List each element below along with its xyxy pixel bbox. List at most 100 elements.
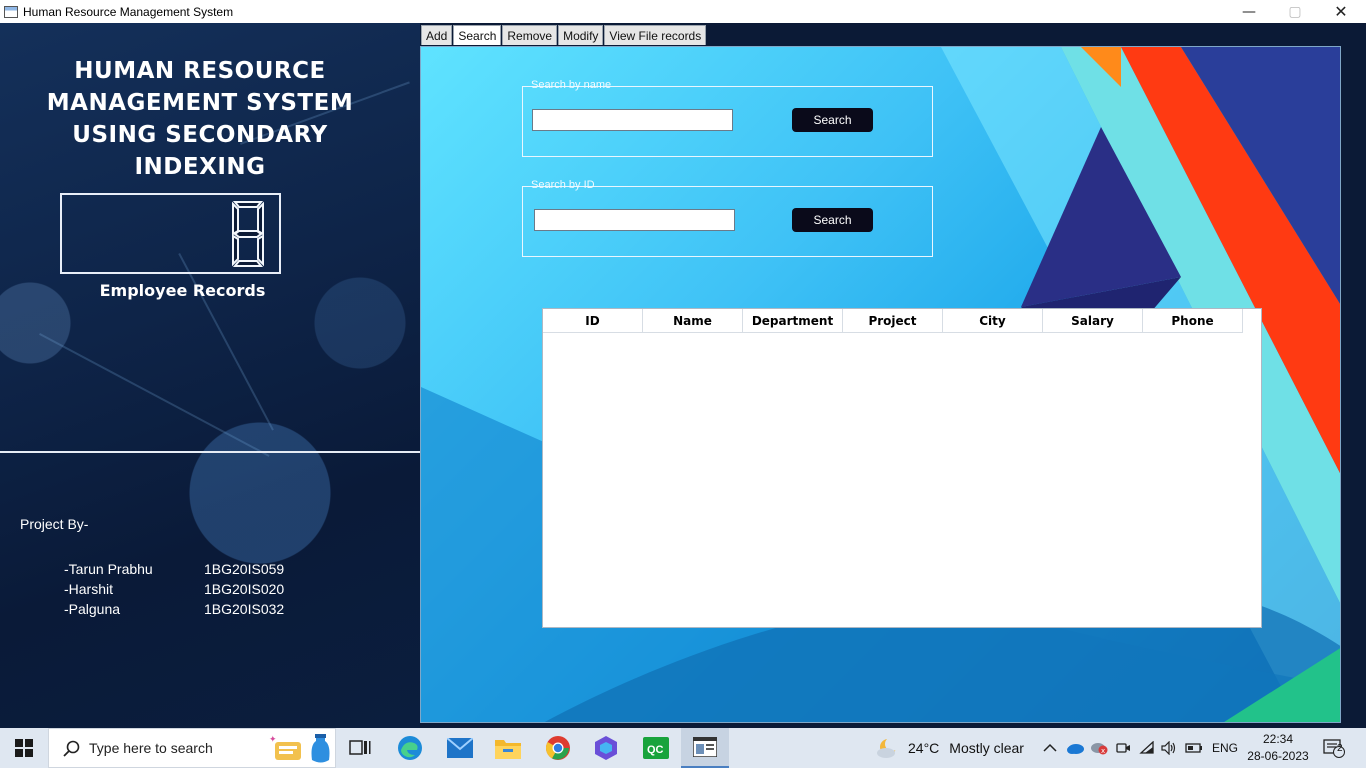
employee-records-label: Employee Records [99,281,266,300]
app-title-line: MANAGEMENT SYSTEM [46,90,354,116]
taskbar-search-placeholder: Type here to search [89,740,213,756]
volume-button[interactable] [1161,728,1177,768]
search-by-name-button[interactable]: Search [792,108,873,132]
search-by-id-legend: Search by ID [531,179,595,191]
edge-button[interactable] [396,734,424,762]
language-indicator: ENG [1212,741,1239,755]
name-search-input[interactable] [532,109,733,131]
member-usn: 1BG20IS020 [204,581,285,597]
notification-count: 2 [1337,743,1343,754]
taskbar: Type here to search ✦ QC 24°C Mostly cle… [0,728,1366,768]
table-header: ID Name Department Project City Salary P… [543,309,1261,333]
weather-widget[interactable]: 24°C Mostly clear [876,728,1024,768]
windows-logo-icon [15,739,33,757]
column-header-name[interactable]: Name [643,309,743,333]
mail-button[interactable] [446,734,474,762]
tab-search[interactable]: Search [453,25,502,45]
svg-text:x: x [1101,747,1105,755]
search-highlight-icon: ✦ [269,734,330,763]
chrome-icon [545,736,570,760]
weather-temperature: 24°C [908,740,940,756]
search-tab-panel: Search by name Search Search by ID Searc… [420,46,1341,723]
column-header-id[interactable]: ID [543,309,643,333]
clock[interactable]: 22:34 28-06-2023 [1245,731,1311,765]
search-by-name-group: Search by name Search [522,79,933,157]
record-count-display [60,193,281,274]
speaker-icon [1161,741,1176,755]
cloud-error-icon: x [1091,743,1108,755]
wifi-icon [1139,741,1154,754]
svg-text:✦: ✦ [269,735,277,745]
onedrive-cloud-icon [1067,744,1084,754]
hrms-app-taskbar-button[interactable] [681,728,729,768]
app-title-line: HUMAN RESOURCE [74,58,326,84]
start-button[interactable] [0,728,48,768]
member-usn: 1BG20IS032 [204,601,285,617]
chrome-button[interactable] [544,734,572,762]
show-hidden-icons-button[interactable] [1043,728,1057,768]
window-title: Human Resource Management System [23,4,234,19]
background-network-line [178,253,274,431]
copilot-icon [595,736,617,760]
clock-time: 22:34 [1262,732,1294,746]
maximize-button[interactable]: ▢ [1272,0,1318,23]
sidebar-divider [0,451,420,453]
chevron-up-icon [1043,743,1057,752]
column-header-salary[interactable]: Salary [1043,309,1143,333]
column-header-phone[interactable]: Phone [1143,309,1243,333]
copilot-button[interactable] [592,734,620,762]
member-name: -Harshit [64,581,114,597]
results-table[interactable]: ID Name Department Project City Salary P… [542,308,1262,628]
task-view-button[interactable] [346,734,374,762]
project-by-label: Project By- [20,516,89,532]
battery-charging-icon [1185,743,1202,753]
tab-bar: Add Search Remove Modify View File recor… [421,25,707,45]
file-explorer-icon [495,740,521,759]
taskbar-search-box[interactable]: Type here to search ✦ [48,728,336,768]
battery-button[interactable] [1185,728,1203,768]
app-title: HUMAN RESOURCE MANAGEMENT SYSTEM USING S… [10,55,390,183]
search-by-id-button[interactable]: Search [792,208,873,232]
column-header-department[interactable]: Department [743,309,843,333]
clock-date: 28-06-2023 [1247,749,1309,763]
background-network-line [39,333,270,457]
tab-add[interactable]: Add [421,25,453,45]
title-bar: Human Resource Management System — ▢ ✕ [0,0,1366,23]
team-member: -Harshit 1BG20IS020 [64,581,284,597]
app-title-line: USING SECONDARY INDEXING [72,122,328,180]
tab-modify[interactable]: Modify [558,25,604,45]
file-explorer-button[interactable] [494,734,522,762]
search-icon [63,740,80,757]
sidebar-panel: HUMAN RESOURCE MANAGEMENT SYSTEM USING S… [0,23,420,728]
team-member: -Palguna 1BG20IS032 [64,601,284,617]
column-header-project[interactable]: Project [843,309,943,333]
minimize-button[interactable]: — [1226,0,1272,23]
onedrive-button[interactable] [1066,728,1084,768]
column-header-city[interactable]: City [943,309,1043,333]
mail-icon [447,738,473,758]
qc-icon: QC [643,737,669,759]
search-by-name-legend: Search by name [531,79,612,91]
lcd-digit-8 [232,201,264,267]
close-button[interactable]: ✕ [1318,0,1364,23]
id-search-input[interactable] [534,209,735,231]
member-name: -Tarun Prabhu [64,561,153,577]
notifications-button[interactable]: 2 [1323,728,1345,768]
search-by-id-group: Search by ID Search [522,179,933,257]
input-language-button[interactable]: ENG [1212,728,1238,768]
weather-condition: Mostly clear [949,740,1024,756]
svg-text:QC: QC [647,744,664,756]
meet-now-button[interactable] [1115,728,1131,768]
member-usn: 1BG20IS059 [204,561,285,577]
hrms-app-icon [693,737,717,757]
app-window-icon [4,5,18,18]
sync-error-button[interactable]: x [1090,728,1108,768]
tab-view-file-records[interactable]: View File records [604,25,707,45]
camera-icon [1116,743,1130,753]
tab-remove[interactable]: Remove [502,25,558,45]
network-button[interactable] [1139,728,1155,768]
qc-app-button[interactable]: QC [642,734,670,762]
team-member: -Tarun Prabhu 1BG20IS059 [64,561,284,577]
task-view-icon [349,740,371,755]
moon-cloud-icon [877,737,899,758]
